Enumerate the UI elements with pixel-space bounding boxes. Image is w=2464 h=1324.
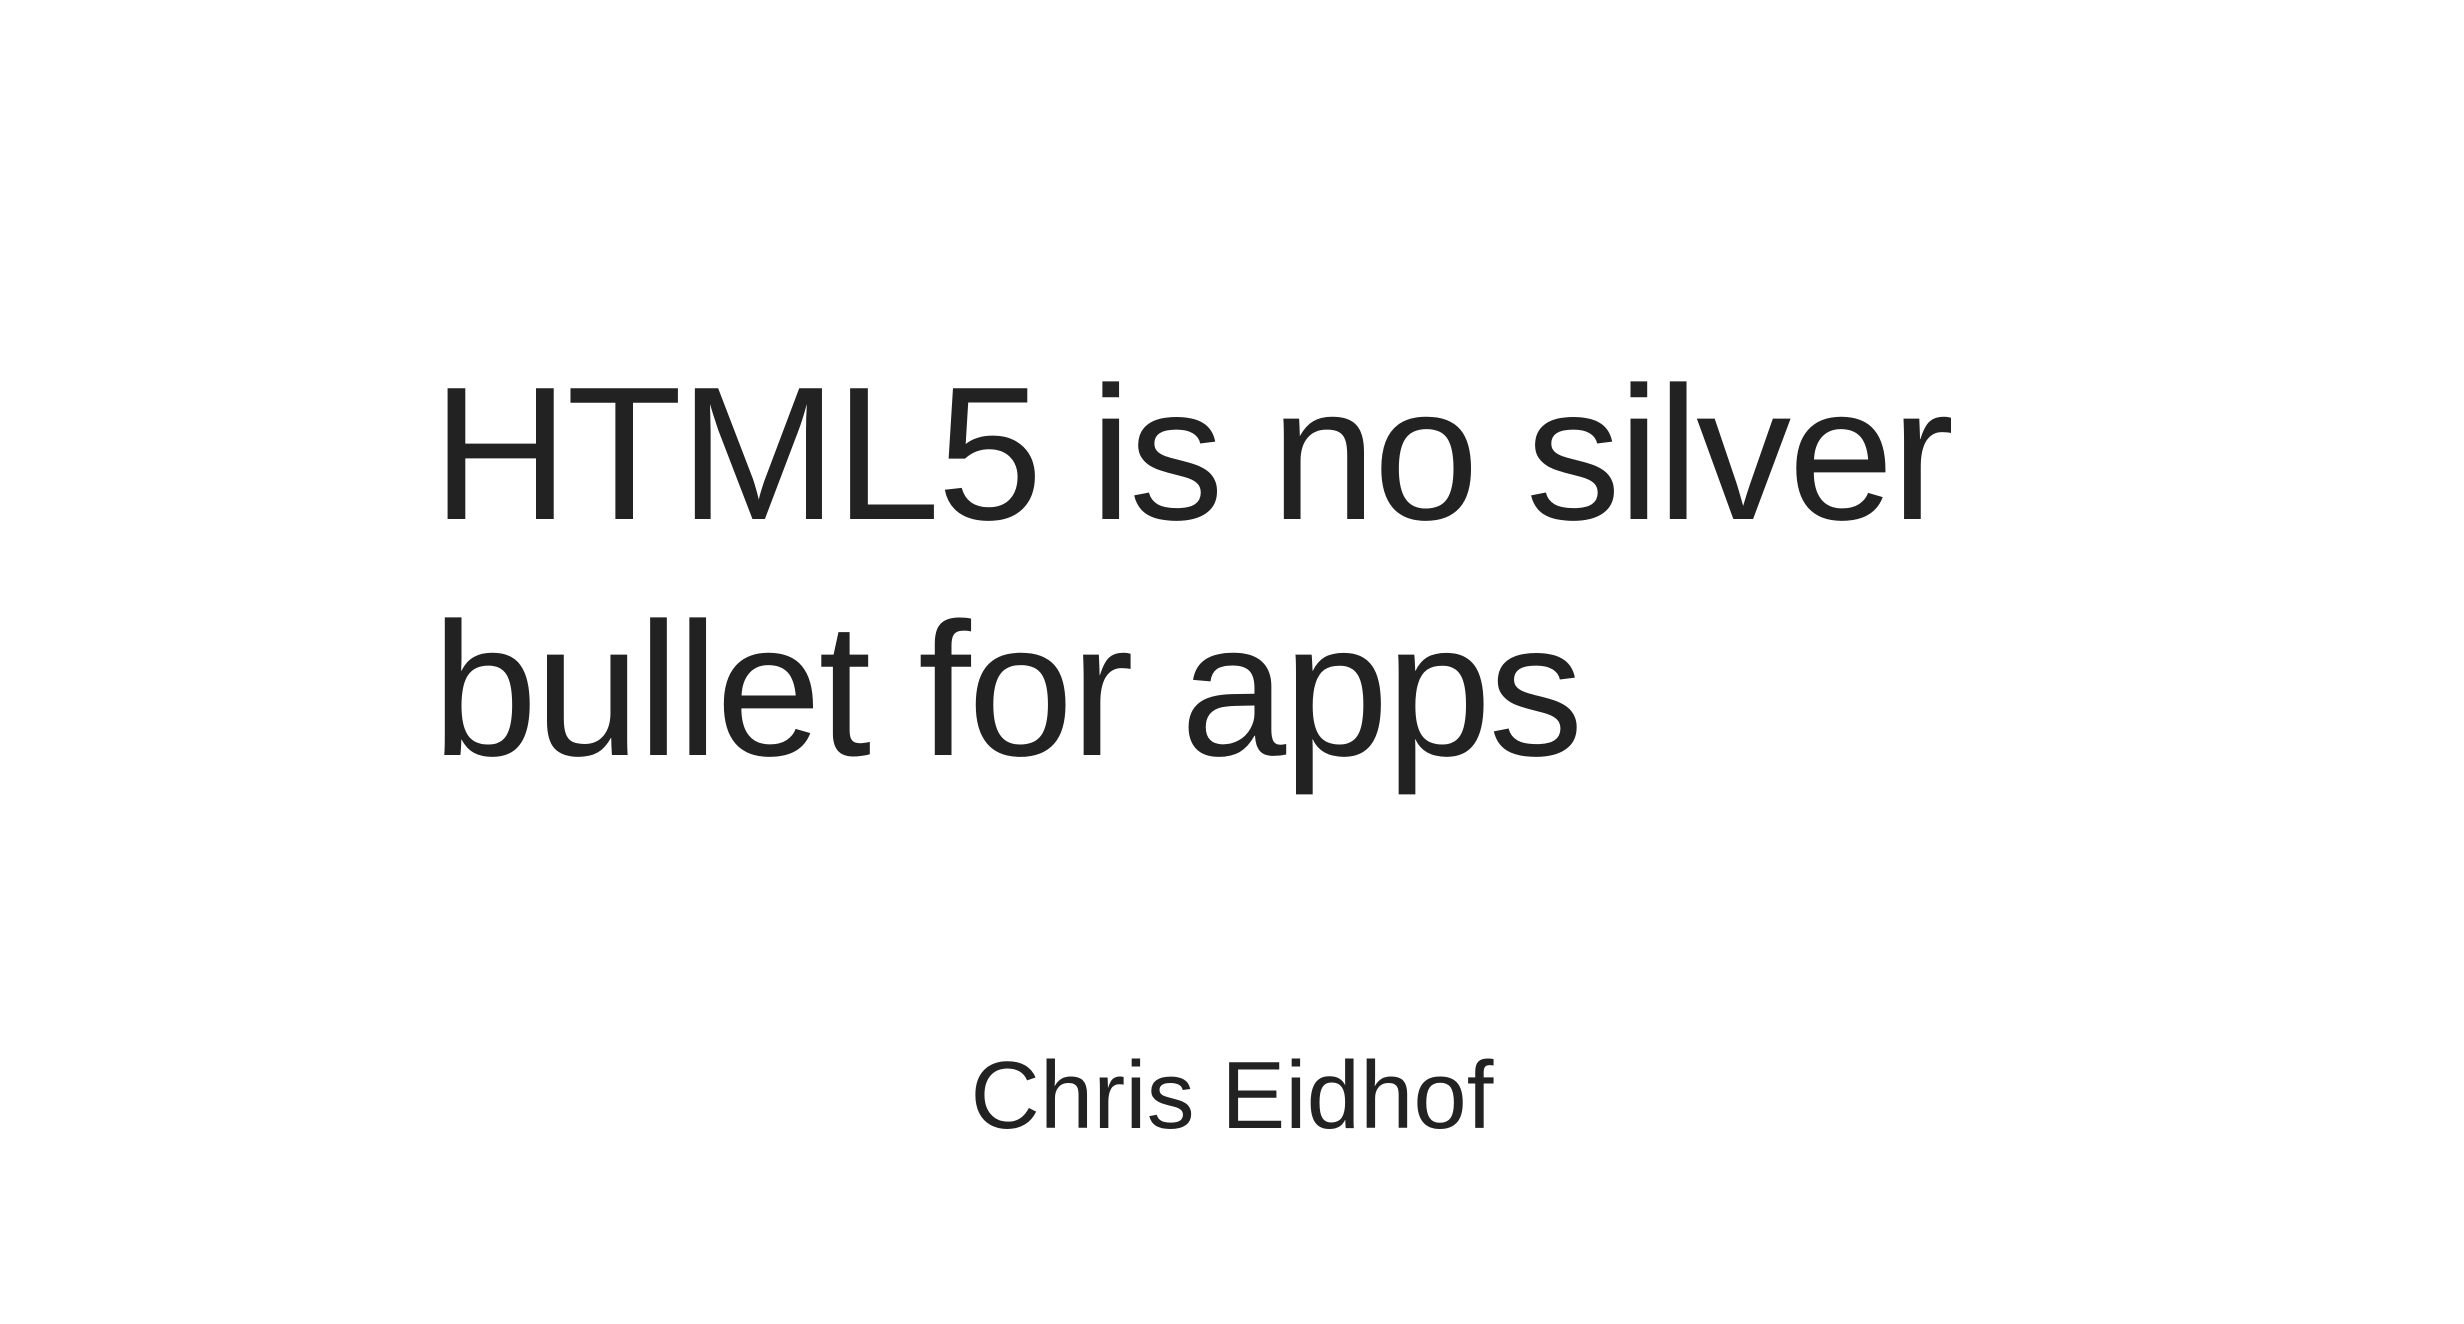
slide: HTML5 is no silver bullet for apps Chris… <box>0 0 2464 1324</box>
slide-title: HTML5 is no silver bullet for apps <box>432 336 2132 808</box>
author-name: Chris Eidhof <box>970 1042 1494 1149</box>
title-line-1: HTML5 is no silver <box>432 348 1954 560</box>
title-line-2: bullet for apps <box>432 584 1584 796</box>
